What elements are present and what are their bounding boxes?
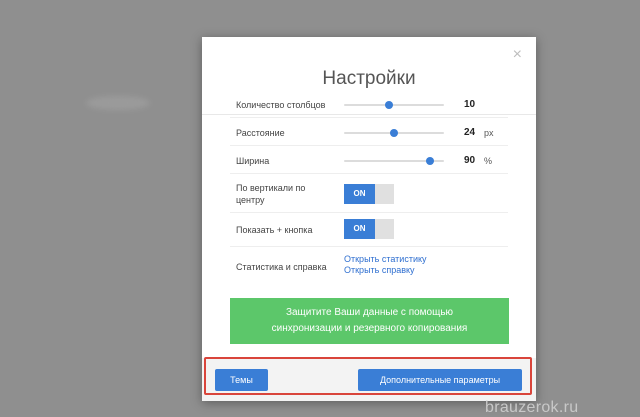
width-label: Ширина — [236, 156, 270, 166]
sync-banner[interactable]: Защитите Ваши данные с помощью синхрониз… — [230, 298, 509, 344]
row-divider — [230, 246, 508, 247]
settings-dialog: Настройки × Количество столбцов 10 Расст… — [202, 37, 536, 401]
sync-banner-line1: Защитите Ваши данные с помощью — [285, 307, 454, 318]
columns-slider[interactable] — [344, 100, 444, 110]
background-blur — [86, 96, 150, 110]
dialog-title: Настройки — [322, 68, 416, 89]
toggle-on-state: ON — [344, 219, 375, 239]
row-divider — [230, 145, 508, 146]
distance-value: 24 — [464, 127, 476, 138]
distance-label: Расстояние — [236, 128, 285, 138]
footer-highlight-frame — [204, 357, 532, 395]
row-divider — [230, 212, 508, 213]
slider-thumb[interactable] — [390, 129, 398, 137]
show-plus-toggle[interactable]: ON — [344, 219, 394, 239]
width-value: 90 — [464, 155, 476, 166]
show-plus-label: Показать + кнопка — [236, 225, 313, 235]
vertical-center-label-line1: По вертикали по — [236, 183, 306, 193]
stats-label: Статистика и справка — [236, 262, 327, 272]
columns-label: Количество столбцов — [236, 100, 326, 110]
slider-thumb[interactable] — [426, 157, 434, 165]
width-slider[interactable] — [344, 156, 444, 166]
watermark: brauzerok.ru — [485, 399, 579, 416]
slider-thumb[interactable] — [385, 101, 393, 109]
width-unit: % — [484, 156, 493, 166]
distance-slider[interactable] — [344, 128, 444, 138]
vertical-center-toggle[interactable]: ON — [344, 184, 394, 204]
slider-track — [344, 104, 444, 106]
toggle-on-state: ON — [344, 184, 375, 204]
vertical-center-label-line2: центру — [236, 195, 265, 205]
open-statistics-link[interactable]: Открыть статистику — [344, 254, 427, 265]
open-help-link[interactable]: Открыть справку — [344, 265, 415, 276]
close-icon[interactable]: × — [513, 47, 522, 63]
distance-unit: px — [484, 128, 494, 138]
row-divider — [230, 117, 508, 118]
sync-banner-line2: синхронизации и резервного копирования — [271, 323, 468, 334]
title-divider — [202, 114, 536, 115]
columns-value: 10 — [464, 99, 476, 110]
row-divider — [230, 173, 508, 174]
